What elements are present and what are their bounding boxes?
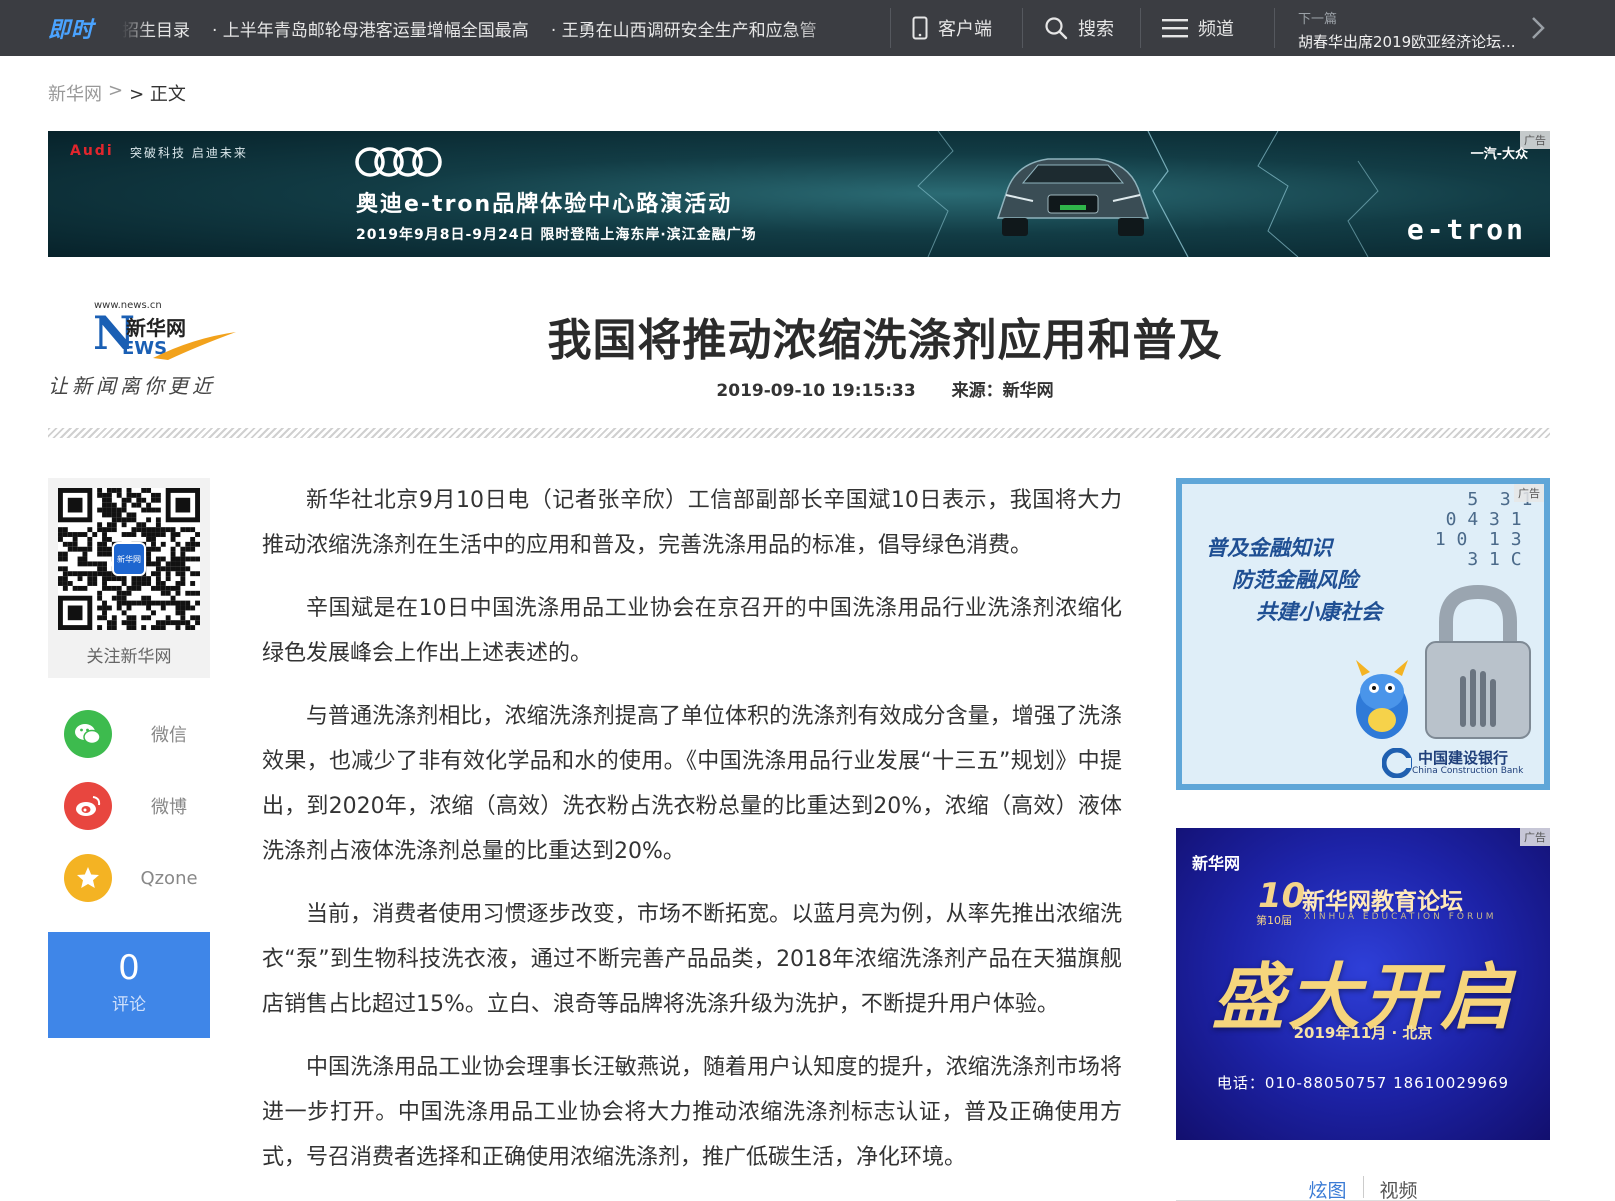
audi-rings-logo-icon	[355, 147, 442, 177]
etron-wordmark: e-tron	[1406, 213, 1526, 246]
article-datetime: 2019-09-10 19:15:33	[716, 381, 916, 401]
news-ticker: 招生目录 · 上半年青岛邮轮母港客运量增幅全国最高 · 王勇在山西调研安全生产和…	[122, 0, 852, 56]
article-meta: 2019-09-10 19:15:33 来源：新华网	[260, 376, 1510, 401]
hamburger-menu-icon	[1162, 19, 1188, 38]
logo-char-1: 即	[48, 18, 72, 43]
ccb-logo: 中国建设银行 China Construction Bank	[1382, 748, 1523, 778]
client-button[interactable]: 客户端	[912, 0, 992, 56]
search-icon	[1045, 17, 1068, 40]
qr-label: 关注新华网	[86, 647, 172, 667]
channel-menu-button[interactable]: 频道	[1162, 0, 1234, 56]
ccb-bank-name-en: China Construction Bank	[1412, 766, 1524, 777]
hatched-divider	[48, 428, 1550, 438]
ticker-item[interactable]: · 王勇在山西调研安全生产和应急管	[551, 16, 817, 41]
topbar-divider	[1274, 8, 1275, 48]
ticker-fade-left	[122, 0, 152, 56]
ccb-line-3: 共建小康社会	[1256, 600, 1382, 624]
ticker-fade-right	[792, 0, 852, 56]
edu-ad-phone: 电话：010-88050757 18610029969	[1216, 1074, 1510, 1092]
article-paragraph: 中国洗涤用品工业协会理事长汪敏燕说，随着用户认知度的提升，浓缩洗涤剂市场将进一步…	[262, 1055, 1122, 1170]
audi-wordmark: Audi	[70, 143, 114, 159]
share-qzone-button[interactable]: Qzone	[64, 854, 204, 902]
ccb-line-2: 防范金融风险	[1232, 568, 1358, 592]
banner-subtitle: 2019年9月8日-9月24日 限时登陆上海东岸·滨江金融广场	[356, 227, 757, 243]
xinhua-slogan: 让新闻离你更近	[48, 374, 216, 398]
qzone-star-icon	[64, 854, 112, 902]
tab-pictures[interactable]: 炫图	[1292, 1176, 1362, 1201]
ccb-finance-ad[interactable]: 5 3 1 0 4 3 1 1 0 1 3 3 1 C 普及金融知识 防范金融风…	[1176, 478, 1550, 790]
article-paragraph: 新华社北京9月10日电（记者张辛欣）工信部副部长辛国斌10日表示，我国将大力推动…	[262, 488, 1122, 558]
ad-tag: 广告	[1520, 131, 1550, 149]
weibo-label: 微博	[151, 797, 187, 818]
top-navigation-bar: 即时 招生目录 · 上半年青岛邮轮母港客运量增幅全国最高 · 王勇在山西调研安全…	[0, 0, 1615, 56]
article-paragraph: 与普通洗涤剂相比，浓缩洗涤剂提高了单位体积的洗涤剂有效成分含量，增强了洗涤效果，…	[262, 704, 1122, 864]
falling-digits-graphic: 5 3 1 0 4 3 1 1 0 1 3 3 1 C	[1424, 489, 1533, 570]
mascot-dragon-icon	[1356, 660, 1408, 739]
edu-ad-date: 2019年11月 · 北京	[1293, 1024, 1433, 1042]
ccb-line-1: 普及金融知识	[1206, 536, 1332, 560]
site-logo-jishi[interactable]: 即时	[48, 12, 94, 44]
edu-ad-forum-name-en: XINHUA EDUCATION FORUM	[1304, 912, 1497, 922]
search-button[interactable]: 搜索	[1044, 0, 1114, 56]
article-body: 新华社北京9月10日电（记者张辛欣）工信部副部长辛国斌10日表示，我国将大力推动…	[262, 478, 1122, 1198]
breadcrumb-home-link[interactable]: 新华网	[48, 80, 102, 106]
article-source: 新华网	[1002, 381, 1054, 401]
ad-tag: 广告	[1514, 484, 1544, 502]
source-label: 来源：	[951, 381, 1003, 401]
breadcrumb-separator: >	[108, 80, 124, 101]
chevron-right-icon[interactable]	[1530, 14, 1546, 42]
qr-center-logo: 新华网	[112, 542, 146, 576]
topbar-divider	[1022, 8, 1023, 48]
banner-tagline: 突破科技 启迪未来	[130, 146, 248, 160]
channel-label: 频道	[1198, 19, 1234, 40]
topbar-divider	[1140, 8, 1141, 48]
wechat-label: 微信	[151, 725, 187, 746]
ccb-logo-icon	[1382, 748, 1412, 778]
logo-char-2: 时	[71, 18, 95, 43]
weibo-icon	[64, 782, 112, 830]
ccb-bank-name: 中国建设银行	[1418, 748, 1509, 767]
comment-count: 0	[118, 948, 140, 988]
next-article-label: 下一篇	[1298, 12, 1338, 27]
wechat-icon	[64, 710, 112, 758]
xinhuanet-logo[interactable]: www.news.cn N 新华网 EWS 让新闻离你更近	[48, 300, 236, 410]
education-forum-ad[interactable]: 新华网 10 第10届 新华网教育论坛 XINHUA EDUCATION FOR…	[1176, 828, 1550, 1140]
media-tabs: 炫图 视频	[1176, 1176, 1550, 1201]
banner-title: 奥迪e-tron品牌体验中心路演活动	[356, 192, 733, 217]
tab-video[interactable]: 视频	[1364, 1176, 1434, 1201]
qzone-label: Qzone	[140, 867, 198, 889]
client-label: 客户端	[938, 19, 992, 40]
edu-ad-tenth: 10	[1258, 876, 1306, 916]
article-title: 我国将推动浓缩洗涤剂应用和普及	[547, 315, 1223, 366]
article-paragraph: 辛国斌是在10日中国洗涤用品工业协会在京召开的中国洗涤用品行业洗涤剂浓缩化绿色发…	[262, 596, 1122, 666]
next-article-title: 胡春华出席2019欧亚经济论坛...	[1298, 33, 1516, 51]
edu-ad-xinhua-logo: 新华网	[1192, 854, 1241, 873]
edu-ad-forum-name: 新华网教育论坛	[1302, 889, 1463, 915]
breadcrumb-current: > 正文	[129, 84, 186, 105]
comment-button[interactable]: 0 评论	[48, 932, 210, 1038]
comment-label: 评论	[112, 995, 146, 1015]
qr-code-panel: 新华网 关注新华网	[48, 478, 210, 678]
lightning-background	[917, 131, 1379, 257]
search-label: 搜索	[1078, 19, 1114, 40]
car-image	[996, 158, 1150, 236]
padlock-icon	[1425, 584, 1531, 739]
audi-banner-ad[interactable]: Audi 突破科技 启迪未来 奥迪e-tron品牌体验中心路演活动 2019年9…	[48, 131, 1550, 257]
share-wechat-button[interactable]: 微信	[64, 710, 204, 758]
breadcrumb: 新华网 > > 正文	[48, 80, 186, 106]
article-paragraph: 当前，消费者使用习惯逐步改变，市场不断拓宽。以蓝月亮为例，从率先推出浓缩洗衣“泵…	[262, 902, 1122, 1017]
swoosh-icon	[153, 332, 236, 360]
edu-ad-session: 第10届	[1256, 914, 1292, 927]
topbar-divider	[890, 8, 891, 48]
next-article-link[interactable]: 下一篇 胡春华出席2019欧亚经济论坛...	[1298, 8, 1538, 52]
share-weibo-button[interactable]: 微博	[64, 782, 204, 830]
mobile-phone-icon	[912, 16, 928, 40]
ticker-item[interactable]: · 上半年青岛邮轮母港客运量增幅全国最高	[212, 16, 529, 41]
ad-tag: 广告	[1520, 828, 1550, 846]
